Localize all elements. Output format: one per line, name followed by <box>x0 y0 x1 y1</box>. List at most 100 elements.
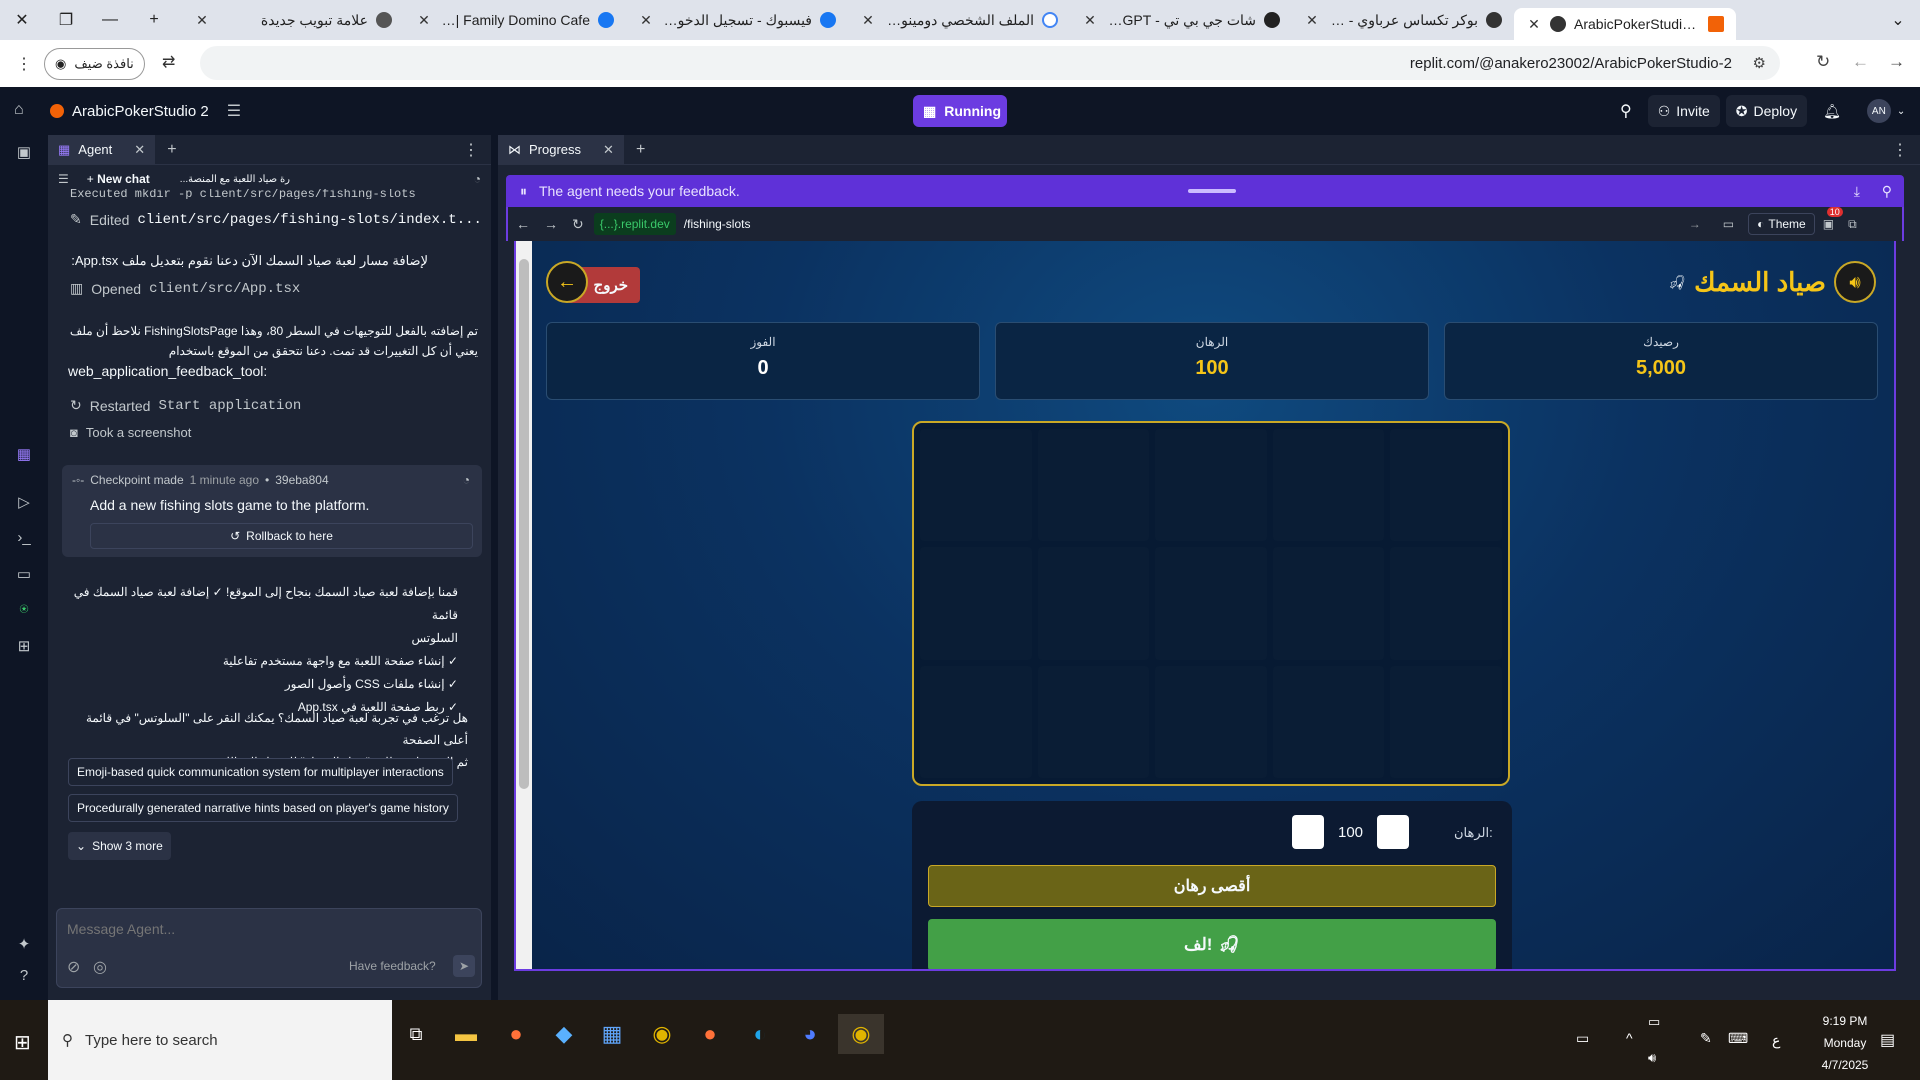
devtools-icon[interactable]: ▣ 10 <box>1823 207 1843 231</box>
drag-handle[interactable] <box>1188 189 1236 193</box>
sound-icon[interactable]: 🔊︎ <box>1834 261 1876 303</box>
mention-icon[interactable]: ◎ <box>93 957 107 977</box>
max-bet-button[interactable]: أقصى رهان <box>928 865 1496 907</box>
close-tab-icon[interactable]: ✕ <box>1526 16 1542 33</box>
history-icon[interactable]: ◔ <box>474 172 481 186</box>
back-icon[interactable]: ← <box>1852 52 1869 72</box>
message-input[interactable] <box>67 917 467 941</box>
minimize-banner-icon[interactable]: ⤓ <box>1854 183 1860 200</box>
taskbar-search[interactable]: ⚲ Type here to search <box>48 1000 392 1080</box>
feedback-link[interactable]: Have feedback? <box>349 959 436 973</box>
theme-button[interactable]: ◐ Theme <box>1748 213 1815 235</box>
run-panel-icon[interactable]: ▷ <box>14 493 34 513</box>
history-icon[interactable]: ◔ <box>463 473 470 487</box>
search-icon[interactable]: ⚲ <box>1610 95 1642 127</box>
pause-icon[interactable]: ⏸ <box>520 183 527 200</box>
notifications-icon[interactable]: 🔔︎ <box>1813 95 1851 127</box>
browser-tab[interactable]: ✕فيسبوك - تسجيل الدخول أو الاشتراك <box>626 0 848 40</box>
webview-url-input[interactable]: /fishing-slots <box>684 217 1689 231</box>
forward-icon[interactable]: → <box>544 216 558 232</box>
site-info-icon[interactable]: ⚙ <box>1753 54 1766 72</box>
browser-tab[interactable]: ✕Family Domino Cafe | دومينو كافيه <box>404 0 626 40</box>
restore-window-icon[interactable]: ❐ <box>44 0 88 40</box>
invite-button[interactable]: ⚇ Invite <box>1647 95 1720 127</box>
copilot-icon[interactable]: ◆ <box>544 1014 584 1054</box>
browser-tab[interactable]: ✕شات جي بي تي - ChatGPT <box>1070 0 1292 40</box>
network-icon[interactable]: ▭ <box>1648 1014 1660 1030</box>
files-icon[interactable]: ▣ <box>14 143 34 163</box>
menu-kebab-icon[interactable]: ⋮ <box>16 54 32 74</box>
avatar[interactable]: AN ⌄ <box>1857 95 1915 127</box>
address-bar[interactable]: replit.com/@anakero23002/ArabicPokerStud… <box>200 46 1780 80</box>
project-title[interactable]: ArabicPokerStudio 2 ☰ <box>50 101 241 121</box>
show-hidden-icon[interactable]: ^ <box>1626 1030 1633 1046</box>
close-tab-icon[interactable]: ✕ <box>860 12 876 29</box>
webview-icon[interactable]: ▭ <box>14 565 34 585</box>
tab-agent[interactable]: ▦ Agent ✕ <box>48 134 156 165</box>
rollback-button[interactable]: ↺ Rollback to here <box>90 523 473 549</box>
chat-title-select[interactable]: ...رة صياد اللعبة مع المنصة <box>180 174 300 185</box>
tool-restarted[interactable]: ↻ Restarted Start application <box>70 397 301 414</box>
browser-tab-active[interactable]: ✕ArabicPokerStudio 2 - Replit <box>1514 8 1736 40</box>
reload-icon[interactable]: ↻ <box>1816 52 1830 72</box>
suggestion-chip[interactable]: Emoji-based quick communication system f… <box>68 758 453 786</box>
scrollbar[interactable] <box>516 241 532 969</box>
notification-center-icon[interactable]: ▤ <box>1880 1030 1895 1050</box>
new-tab-icon[interactable]: + <box>132 0 176 40</box>
browser-tab[interactable]: ✕ علامة تبويب جديدة <box>182 0 404 40</box>
tab-search-icon[interactable]: ⇄ <box>162 52 175 72</box>
minimize-window-icon[interactable]: — <box>88 0 132 40</box>
pane-menu-icon[interactable]: ⋮ <box>1892 140 1908 160</box>
task-view-icon[interactable]: ⧉ <box>396 1014 436 1054</box>
tool-screenshot[interactable]: ◙ Took a screenshot <box>70 425 191 440</box>
pin-icon[interactable]: ⚲ <box>1882 183 1892 200</box>
edge-icon[interactable]: ◐ <box>740 1014 780 1054</box>
keyboard-icon[interactable]: ⌨ <box>1728 1030 1748 1047</box>
back-icon[interactable]: ← <box>516 216 530 232</box>
send-icon[interactable]: ➤ <box>453 955 475 977</box>
add-tab-icon[interactable]: + <box>167 141 176 159</box>
project-info-icon[interactable]: ☰ <box>227 101 241 121</box>
file-explorer-icon[interactable]: ▬ <box>446 1014 486 1054</box>
sparkle-icon[interactable]: ✦ <box>14 935 34 955</box>
language-indicator[interactable]: ع <box>1772 1032 1780 1049</box>
close-tab-icon[interactable]: ✕ <box>194 12 210 29</box>
volume-icon[interactable]: 🔊︎ <box>1648 1050 1656 1066</box>
run-button[interactable]: ▦ Running <box>913 95 1007 127</box>
git-icon[interactable]: ⍟ <box>14 601 34 621</box>
scrollbar-thumb[interactable] <box>519 259 529 789</box>
browser-tab[interactable]: ✕الملف الشخصي دومينو كافيه - ch <box>848 0 1070 40</box>
show-more-button[interactable]: ⌄ Show 3 more <box>68 832 171 860</box>
open-new-tab-icon[interactable]: ⧉ <box>1848 217 1857 232</box>
help-icon[interactable]: ? <box>14 967 34 987</box>
agent-icon[interactable]: ▦ <box>14 445 34 465</box>
suggestion-chip[interactable]: Procedurally generated narrative hints b… <box>68 794 458 822</box>
decrease-bet-button[interactable] <box>1292 815 1324 849</box>
go-icon[interactable]: → <box>1689 217 1701 231</box>
close-tab-icon[interactable]: ✕ <box>603 142 614 158</box>
dev-domain-badge[interactable]: {...}.replit.dev <box>593 213 676 235</box>
close-tab-icon[interactable]: ✕ <box>1082 12 1098 29</box>
pane-divider[interactable] <box>491 135 498 1000</box>
shell-icon[interactable]: ›_ <box>14 529 34 549</box>
close-tab-icon[interactable]: ✕ <box>638 12 654 29</box>
tool-opened[interactable]: ▥ Opened client/src/App.tsx <box>70 280 300 297</box>
tab-search-chevron-icon[interactable]: ⌄ <box>1876 0 1920 40</box>
reload-icon[interactable]: ↻ <box>572 216 584 233</box>
spin-button[interactable]: لف! 🎣︎ <box>928 919 1496 969</box>
tab-progress[interactable]: ⋈ Progress ✕ <box>498 134 624 165</box>
chat-list-icon[interactable]: ☰ <box>58 172 69 186</box>
tool-edited[interactable]: ✎ Edited client/src/pages/fishing-slots/in… <box>70 211 482 228</box>
all-tools-icon[interactable]: ⊞ <box>14 637 34 657</box>
pen-icon[interactable]: ✎ <box>1700 1030 1712 1047</box>
store-icon[interactable]: ▦ <box>592 1014 632 1054</box>
guest-profile-button[interactable]: ◉ نافذة ضيف <box>44 47 145 80</box>
deploy-button[interactable]: ✪ Deploy <box>1725 95 1808 127</box>
close-window-icon[interactable]: ✕ <box>0 0 44 40</box>
attach-icon[interactable]: ⊘ <box>67 957 80 977</box>
news-icon[interactable]: ▭ <box>1576 1030 1589 1047</box>
home-icon[interactable]: ⌂ <box>14 101 24 119</box>
chrome-active-icon[interactable]: ◉ <box>838 1014 884 1054</box>
firefox-icon[interactable]: ● <box>690 1014 730 1054</box>
windows-start-icon[interactable]: ⊞ <box>14 1030 31 1055</box>
